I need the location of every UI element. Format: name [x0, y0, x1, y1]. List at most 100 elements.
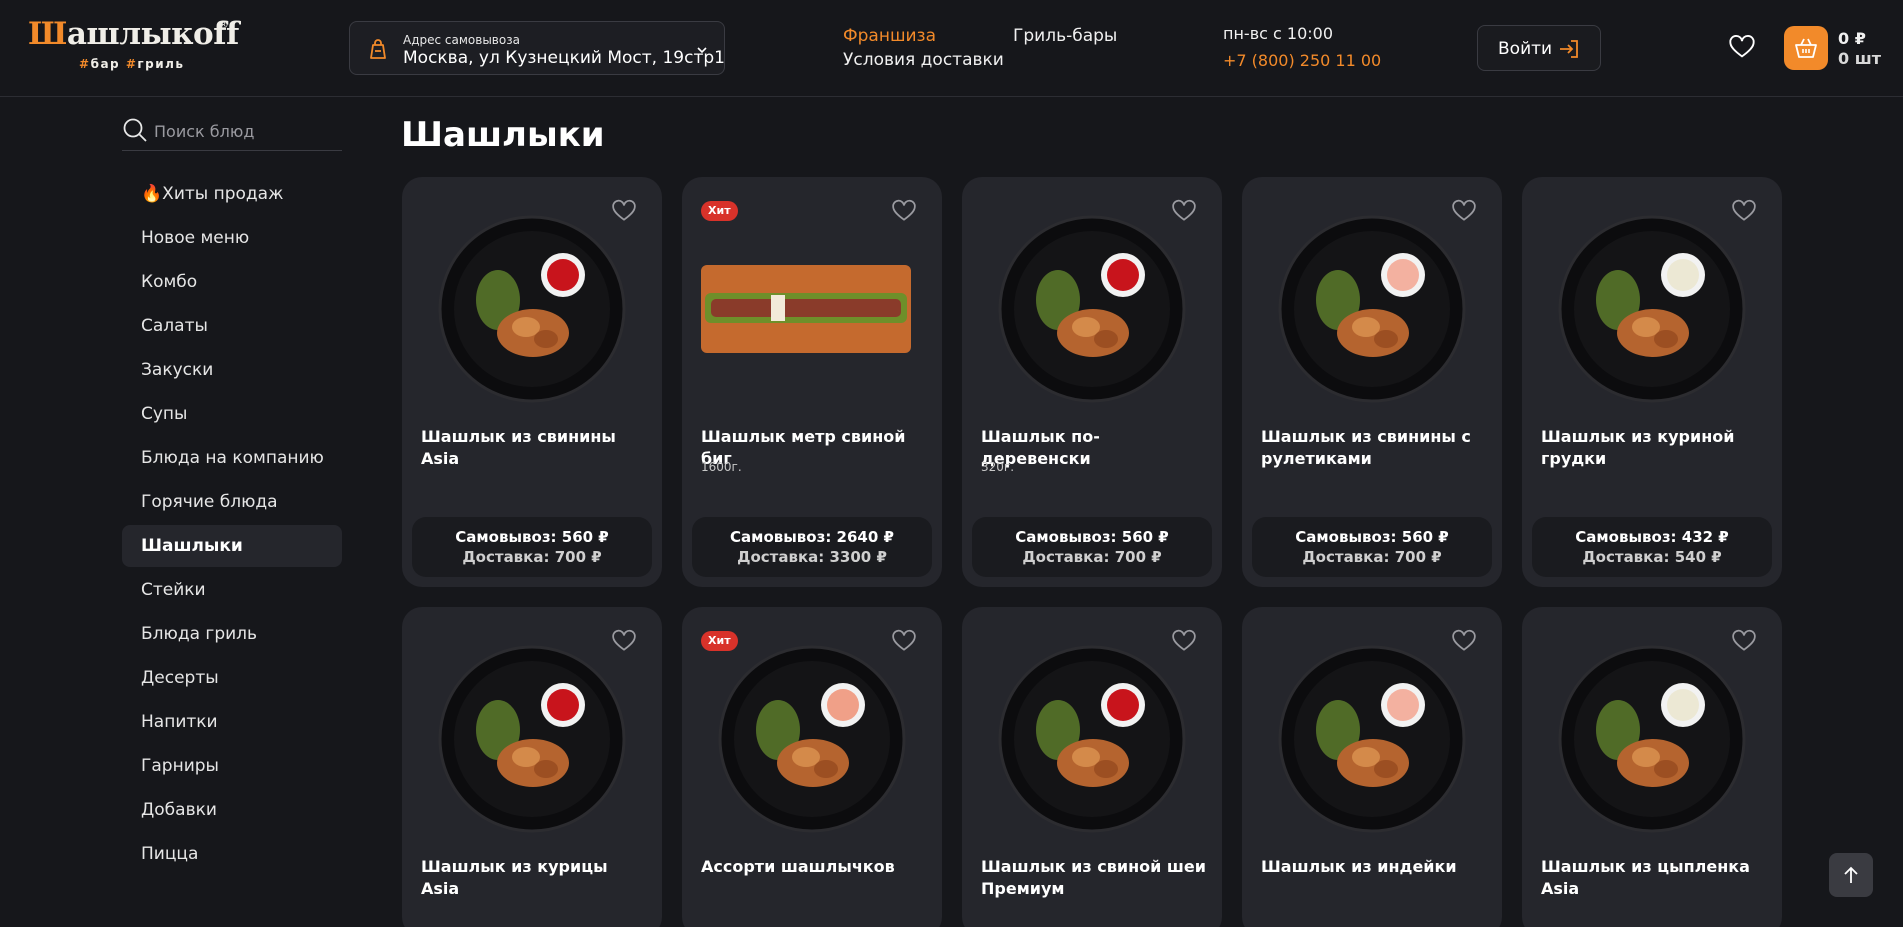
hit-badge: Хит	[701, 631, 738, 651]
sidebar-category-label: Добавки	[141, 800, 217, 820]
pickup-price: Самовывоз: 432 ₽	[1575, 528, 1729, 546]
favorite-heart-icon[interactable]	[611, 628, 637, 654]
product-card[interactable]: Шашлык из цыпленка Asia	[1522, 607, 1782, 927]
sidebar-category-label: Супы	[141, 404, 188, 424]
price-box[interactable]: Самовывоз: 432 ₽ Доставка: 540 ₽	[1532, 517, 1772, 577]
hit-badge: Хит	[701, 201, 738, 221]
sidebar-category-label: Закуски	[141, 360, 214, 380]
price-box[interactable]: Самовывоз: 2640 ₽ Доставка: 3300 ₽	[692, 517, 932, 577]
product-image	[998, 645, 1186, 833]
pickup-price: Самовывоз: 2640 ₽	[730, 528, 894, 546]
pickup-price: Самовывоз: 560 ₽	[1295, 528, 1449, 546]
sidebar-category-label: Гарниры	[141, 756, 219, 776]
product-name: Шашлык из куриной грудки	[1541, 427, 1735, 468]
product-card[interactable]: Шашлык из свинины Asia Самовывоз: 560 ₽ До…	[402, 177, 662, 587]
product-name: Шашлык из индейки	[1261, 857, 1457, 876]
sidebar-category-item[interactable]: Напитки	[122, 701, 342, 743]
logo[interactable]: Шашлыкoff ® #бар #гриль	[28, 16, 239, 76]
page-title: Шашлыки	[401, 115, 605, 155]
sidebar-category-item[interactable]: 🔥Хиты продаж	[122, 173, 342, 215]
sidebar-category-label: Десерты	[141, 668, 219, 688]
product-image	[1558, 215, 1746, 403]
product-card[interactable]: Шашлык по-деревенски 320г. Самовывоз: 560 …	[962, 177, 1222, 587]
delivery-price: Доставка: 700 ₽	[1302, 548, 1442, 566]
phone-link[interactable]: +7 (800) 250 11 00	[1223, 51, 1381, 70]
login-label: Войти	[1498, 39, 1553, 59]
login-button[interactable]: Войти	[1477, 25, 1601, 71]
sidebar-category-item[interactable]: Блюда на компанию	[122, 437, 342, 479]
sidebar-category-item[interactable]: Горячие блюда	[122, 481, 342, 523]
nav-delivery-terms-link[interactable]: Условия доставки	[843, 50, 1004, 70]
pickup-address-selector[interactable]: Адрес самовывоза Москва, ул Кузнецкий Мо…	[349, 21, 725, 75]
product-name: Шашлык по-деревенски	[981, 427, 1100, 468]
product-image	[1278, 215, 1466, 403]
favorites-heart-icon[interactable]	[1728, 33, 1756, 61]
product-name: Шашлык из цыпленка Asia	[1541, 857, 1750, 898]
favorite-heart-icon[interactable]	[1731, 628, 1757, 654]
favorite-heart-icon[interactable]	[891, 628, 917, 654]
price-box[interactable]: Самовывоз: 560 ₽ Доставка: 700 ₽	[972, 517, 1212, 577]
favorite-heart-icon[interactable]	[1171, 198, 1197, 224]
search-input[interactable]	[154, 119, 339, 143]
nav-grill-bars-link[interactable]: Гриль-бары	[1013, 26, 1117, 46]
cart-button[interactable]	[1784, 26, 1828, 70]
product-image	[718, 645, 906, 833]
sidebar-category-item[interactable]: Добавки	[122, 789, 342, 831]
product-card[interactable]: Хит Шашлык метр свиной биг 1600г. Самовывоз…	[682, 177, 942, 587]
scroll-to-top-button[interactable]	[1829, 853, 1873, 897]
product-weight: 320г.	[981, 460, 1015, 474]
login-arrow-icon	[1560, 40, 1578, 58]
address-label: Адрес самовывоза	[403, 33, 520, 47]
product-image	[1278, 645, 1466, 833]
sidebar-category-label: Новое меню	[141, 228, 250, 248]
sidebar-category-item[interactable]: Супы	[122, 393, 342, 435]
sidebar-category-item[interactable]: Салаты	[122, 305, 342, 347]
delivery-price: Доставка: 540 ₽	[1582, 548, 1722, 566]
sidebar-category-label: Салаты	[141, 316, 208, 336]
price-box[interactable]: Самовывоз: 560 ₽ Доставка: 700 ₽	[1252, 517, 1492, 577]
product-image	[438, 645, 626, 833]
pickup-price: Самовывоз: 560 ₽	[1015, 528, 1169, 546]
product-name: Шашлык из свинины с рулетиками	[1261, 427, 1471, 468]
delivery-price: Доставка: 700 ₽	[462, 548, 602, 566]
product-weight: 1600г.	[701, 460, 742, 474]
favorite-heart-icon[interactable]	[891, 198, 917, 224]
sidebar-category-item[interactable]: Десерты	[122, 657, 342, 699]
product-card[interactable]: Шашлык из свинины с рулетиками Самовывоз:…	[1242, 177, 1502, 587]
product-card[interactable]: Шашлык из курицы Asia	[402, 607, 662, 927]
sidebar-category-item[interactable]: Новое меню	[122, 217, 342, 259]
product-name: Шашлык из курицы Asia	[421, 857, 608, 898]
nav-franchise-link[interactable]: Франшиза	[843, 26, 936, 46]
sidebar-category-item[interactable]: Блюда гриль	[122, 613, 342, 655]
sidebar-category-item[interactable]: Стейки	[122, 569, 342, 611]
product-card[interactable]: Хит Ассорти шашлычков	[682, 607, 942, 927]
product-name: Ассорти шашлычков	[701, 857, 895, 876]
sidebar-category-label: Шашлыки	[141, 536, 243, 556]
product-image	[438, 215, 626, 403]
sidebar-category-label: Напитки	[141, 712, 218, 732]
price-box[interactable]: Самовывоз: 560 ₽ Доставка: 700 ₽	[412, 517, 652, 577]
dish-search	[122, 113, 342, 151]
sidebar-category-item[interactable]: Пицца	[122, 833, 342, 875]
favorite-heart-icon[interactable]	[1451, 628, 1477, 654]
cart-count: 0 шт	[1838, 49, 1881, 68]
sidebar-category-item[interactable]: Гарниры	[122, 745, 342, 787]
opening-hours: пн-вс с 10:00	[1223, 24, 1333, 43]
product-card[interactable]: Шашлык из индейки	[1242, 607, 1502, 927]
favorite-heart-icon[interactable]	[611, 198, 637, 224]
basket-icon	[1795, 38, 1817, 58]
sidebar-category-label: Горячие блюда	[141, 492, 278, 512]
sidebar-category-item[interactable]: Комбо	[122, 261, 342, 303]
product-name: Шашлык из свинины Asia	[421, 427, 616, 468]
product-image	[701, 265, 911, 353]
sidebar-category-item[interactable]: Закуски	[122, 349, 342, 391]
sidebar-category-item[interactable]: Шашлыки	[122, 525, 342, 567]
address-value: Москва, ул Кузнецкий Мост, 19стр1	[403, 48, 725, 68]
logo-wordmark: Шашлыкoff	[28, 16, 239, 52]
chevron-down-icon	[697, 47, 707, 54]
favorite-heart-icon[interactable]	[1731, 198, 1757, 224]
favorite-heart-icon[interactable]	[1171, 628, 1197, 654]
product-card[interactable]: Шашлык из куриной грудки Самовывоз: 432 ₽…	[1522, 177, 1782, 587]
product-card[interactable]: Шашлык из свиной шеи Премиум	[962, 607, 1222, 927]
favorite-heart-icon[interactable]	[1451, 198, 1477, 224]
